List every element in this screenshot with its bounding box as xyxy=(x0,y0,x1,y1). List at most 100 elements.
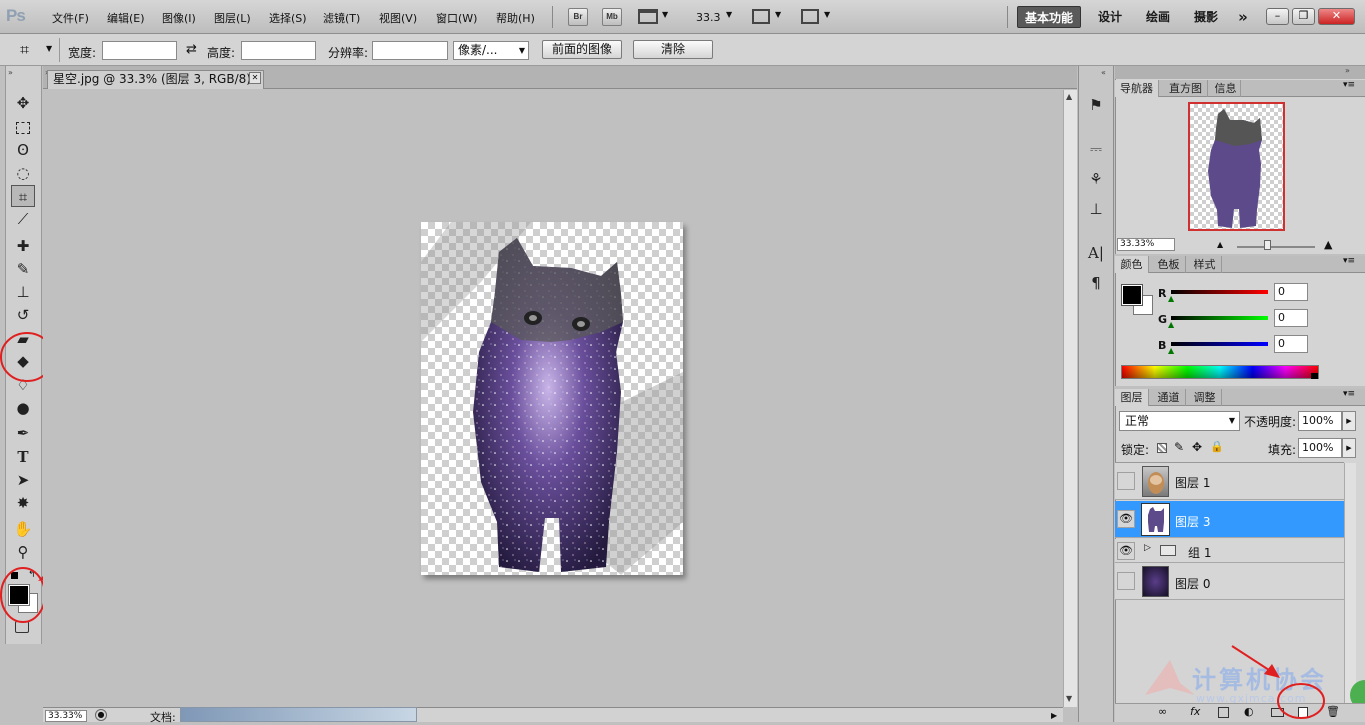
tab-swatches[interactable]: 色板 xyxy=(1152,256,1186,273)
visibility-toggle[interactable]: 👁 xyxy=(1117,510,1135,528)
lasso-tool-icon[interactable]: ʘ xyxy=(11,139,35,161)
visibility-toggle[interactable]: 👁 xyxy=(1117,542,1135,560)
lock-pixels-icon[interactable]: ✎ xyxy=(1174,440,1184,454)
close-tab-icon[interactable]: ✕ xyxy=(249,72,261,84)
width-input[interactable] xyxy=(102,41,177,60)
scroll-up-icon[interactable]: ▲ xyxy=(1066,92,1072,101)
collapse-icon[interactable]: » xyxy=(1345,66,1350,75)
foreground-color-swatch[interactable] xyxy=(1121,284,1143,306)
zoom-in-icon[interactable]: ▲ xyxy=(1324,238,1332,251)
screen-mode-icon[interactable] xyxy=(801,9,819,24)
layer-style-icon[interactable]: fx xyxy=(1190,705,1200,718)
height-input[interactable] xyxy=(241,41,316,60)
swap-dimensions-icon[interactable]: ⇄ xyxy=(186,42,197,57)
blend-mode-select[interactable]: 正常 ▼ xyxy=(1119,411,1240,431)
menu-window[interactable]: 窗口(W) xyxy=(436,10,477,26)
bridge-button[interactable]: Br xyxy=(568,8,588,26)
brush-tool-icon[interactable]: ✎ xyxy=(11,258,35,280)
workspace-photography[interactable]: 摄影 xyxy=(1186,6,1226,28)
status-info-icon[interactable]: ● xyxy=(95,709,107,721)
arrange-documents-icon[interactable] xyxy=(752,9,770,24)
layer-name[interactable]: 图层 1 xyxy=(1175,474,1210,491)
mini-bridge-button[interactable]: Mb xyxy=(602,8,622,26)
channel-g-value[interactable]: 0 xyxy=(1274,309,1308,327)
resolution-unit-select[interactable]: 像素/... ▼ xyxy=(453,41,529,60)
slider-thumb[interactable]: ▲ xyxy=(1168,294,1174,303)
eyedropper-tool-icon[interactable]: ⟋ xyxy=(11,208,35,230)
navigator-zoom[interactable]: 33.33% xyxy=(1117,238,1175,251)
layer-name[interactable]: 组 1 xyxy=(1188,544,1211,561)
resolution-input[interactable] xyxy=(372,41,448,60)
menu-filter[interactable]: 滤镜(T) xyxy=(323,10,360,26)
document-image[interactable] xyxy=(421,222,683,575)
document-tab[interactable]: 星空.jpg @ 33.3% (图层 3, RGB/8) * xyxy=(47,70,264,89)
channel-r-slider[interactable] xyxy=(1171,290,1268,294)
menu-image[interactable]: 图像(I) xyxy=(162,10,196,26)
history-brush-tool-icon[interactable]: ↺ xyxy=(11,304,35,326)
lock-all-icon[interactable]: 🔒 xyxy=(1210,440,1224,453)
layers-scrollbar[interactable] xyxy=(1344,463,1356,703)
channel-g-slider[interactable] xyxy=(1171,316,1268,320)
paragraph-panel-icon[interactable]: ¶ xyxy=(1085,272,1107,294)
layer-name[interactable]: 图层 3 xyxy=(1175,513,1210,530)
tab-info[interactable]: 信息 xyxy=(1211,80,1241,97)
channel-r-value[interactable]: 0 xyxy=(1274,283,1308,301)
clear-button[interactable]: 清除 xyxy=(633,40,713,59)
view-extras-icon[interactable] xyxy=(638,9,658,24)
brushes-panel-icon[interactable]: ⎓ xyxy=(1085,138,1107,160)
lock-transparency-icon[interactable] xyxy=(1157,443,1167,453)
fill-slider-button[interactable]: ▶ xyxy=(1342,438,1356,458)
history-panel-icon[interactable]: ⚑ xyxy=(1085,94,1107,116)
channel-b-slider[interactable] xyxy=(1171,342,1268,346)
more-workspaces-icon[interactable]: » xyxy=(1232,6,1254,28)
chevron-down-icon[interactable]: ▼ xyxy=(46,44,52,53)
tab-histogram[interactable]: 直方图 xyxy=(1164,80,1208,97)
status-arrow-icon[interactable]: ▶ xyxy=(1051,711,1057,720)
visibility-toggle[interactable] xyxy=(1117,472,1135,490)
quick-selection-tool-icon[interactable]: ◌ xyxy=(11,162,35,184)
tab-layers[interactable]: 图层 xyxy=(1115,389,1149,406)
expand-icon[interactable]: » xyxy=(8,68,13,77)
status-zoom[interactable]: 33.33% xyxy=(45,710,87,722)
restore-button[interactable]: ❐ xyxy=(1292,8,1315,25)
menu-view[interactable]: 视图(V) xyxy=(379,10,417,26)
character-panel-icon[interactable]: A| xyxy=(1085,242,1107,264)
marquee-tool-icon[interactable] xyxy=(11,116,35,138)
clone-source-panel-icon[interactable]: ⚘ xyxy=(1085,168,1107,190)
slider-thumb[interactable] xyxy=(1264,240,1271,250)
tab-adjustments[interactable]: 调整 xyxy=(1188,389,1222,406)
tab-channels[interactable]: 通道 xyxy=(1152,389,1186,406)
tab-styles[interactable]: 样式 xyxy=(1188,256,1222,273)
zoom-level[interactable]: 33.3 xyxy=(696,11,721,24)
slider-thumb[interactable]: ▲ xyxy=(1168,320,1174,329)
vertical-scrollbar[interactable] xyxy=(1063,90,1077,707)
scroll-down-icon[interactable]: ▼ xyxy=(1066,694,1072,703)
tab-navigator[interactable]: 导航器 xyxy=(1115,80,1159,97)
menu-select[interactable]: 选择(S) xyxy=(269,10,307,26)
workspace-essentials[interactable]: 基本功能 xyxy=(1017,6,1081,28)
menu-help[interactable]: 帮助(H) xyxy=(496,10,535,26)
tool-presets-panel-icon[interactable]: ⊥ xyxy=(1085,198,1107,220)
delete-layer-icon[interactable]: 🗑 xyxy=(1326,705,1340,718)
layer-name[interactable]: 图层 0 xyxy=(1175,575,1210,592)
opacity-input[interactable]: 100% xyxy=(1298,411,1342,431)
menu-edit[interactable]: 编辑(E) xyxy=(107,10,145,26)
navigator-preview[interactable] xyxy=(1188,102,1285,231)
tab-color[interactable]: 颜色 xyxy=(1115,256,1149,273)
zoom-out-icon[interactable]: ▲ xyxy=(1217,240,1223,249)
move-tool-icon[interactable]: ✥ xyxy=(11,92,35,114)
panel-menu-icon[interactable]: ▾≡ xyxy=(1343,256,1355,266)
color-spectrum-bar[interactable] xyxy=(1121,365,1319,379)
menu-layer[interactable]: 图层(L) xyxy=(214,10,251,26)
workspace-design[interactable]: 设计 xyxy=(1090,6,1130,28)
close-button[interactable]: ✕ xyxy=(1318,8,1355,25)
panel-menu-icon[interactable]: ▾≡ xyxy=(1343,80,1355,90)
slider-thumb[interactable]: ▲ xyxy=(1168,346,1174,355)
clone-stamp-tool-icon[interactable]: ⊥ xyxy=(11,281,35,303)
crop-tool-icon[interactable]: ⌗ xyxy=(20,40,29,60)
menu-file[interactable]: 文件(F) xyxy=(52,10,89,26)
front-image-button[interactable]: 前面的图像 xyxy=(542,40,622,59)
link-layers-icon[interactable]: ∞ xyxy=(1158,705,1167,718)
collapse-icon[interactable]: « xyxy=(1101,68,1106,77)
panel-menu-icon[interactable]: ▾≡ xyxy=(1343,389,1355,399)
